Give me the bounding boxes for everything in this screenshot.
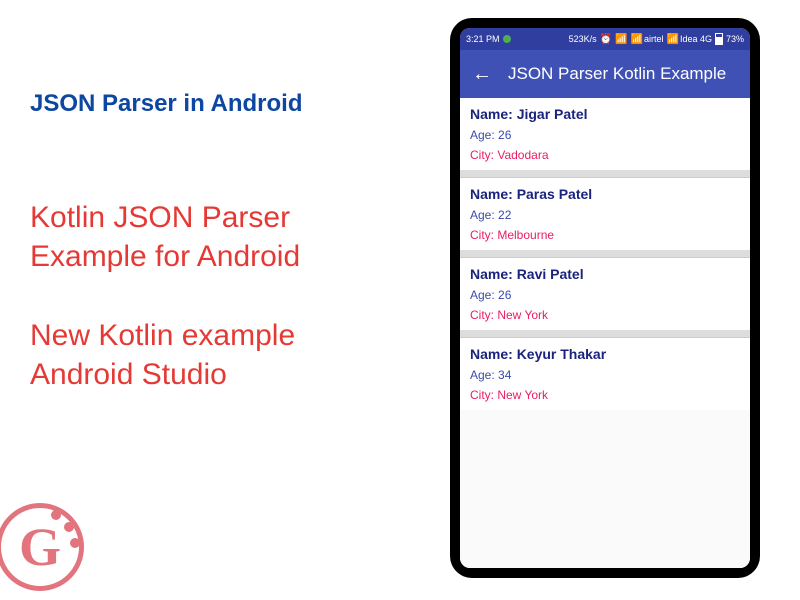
- whatsapp-icon: [503, 35, 511, 43]
- wifi-icon: 📶: [615, 34, 627, 45]
- status-time: 3:21 PM: [466, 34, 500, 44]
- item-city: City: New York: [470, 308, 740, 322]
- list-item[interactable]: Name: Paras Patel Age: 22 City: Melbourn…: [460, 177, 750, 250]
- brand-logo: G: [0, 503, 91, 598]
- alarm-icon: ⏰: [600, 34, 612, 45]
- carrier-1: 📶airtel: [631, 34, 664, 45]
- item-age: Age: 26: [470, 128, 740, 142]
- list-container[interactable]: Name: Jigar Patel Age: 26 City: Vadodara…: [460, 98, 750, 568]
- item-age: Age: 22: [470, 208, 740, 222]
- status-speed: 523K/s: [569, 34, 597, 44]
- battery-icon: [715, 33, 723, 45]
- item-name: Name: Jigar Patel: [470, 106, 740, 122]
- logo-dot: [70, 538, 80, 548]
- item-name: Name: Ravi Patel: [470, 266, 740, 282]
- item-age: Age: 26: [470, 288, 740, 302]
- item-city: City: Melbourne: [470, 228, 740, 242]
- app-bar-title: JSON Parser Kotlin Example: [508, 64, 726, 84]
- back-icon[interactable]: ←: [472, 63, 492, 86]
- heading-red-1: Kotlin JSON Parser Example for Android: [30, 198, 430, 276]
- app-bar: ← JSON Parser Kotlin Example: [460, 50, 750, 98]
- battery-percent: 73%: [726, 34, 744, 44]
- carrier-2: 📶Idea 4G: [667, 34, 712, 45]
- logo-dot: [64, 522, 74, 532]
- logo-letter: G: [19, 516, 61, 578]
- phone-device-frame: 3:21 PM 523K/s ⏰ 📶 📶airtel 📶Idea 4G 73% …: [450, 18, 760, 578]
- heading-blue: JSON Parser in Android: [30, 90, 430, 118]
- heading-red-2: New Kotlin example Android Studio: [30, 316, 430, 394]
- item-name: Name: Paras Patel: [470, 186, 740, 202]
- status-bar: 3:21 PM 523K/s ⏰ 📶 📶airtel 📶Idea 4G 73%: [460, 28, 750, 50]
- divider: [460, 250, 750, 257]
- divider: [460, 330, 750, 337]
- item-city: City: Vadodara: [470, 148, 740, 162]
- item-age: Age: 34: [470, 368, 740, 382]
- item-name: Name: Keyur Thakar: [470, 346, 740, 362]
- logo-dot: [51, 510, 61, 520]
- list-item[interactable]: Name: Keyur Thakar Age: 34 City: New Yor…: [460, 337, 750, 410]
- list-item[interactable]: Name: Jigar Patel Age: 26 City: Vadodara: [460, 98, 750, 170]
- item-city: City: New York: [470, 388, 740, 402]
- list-item[interactable]: Name: Ravi Patel Age: 26 City: New York: [460, 257, 750, 330]
- divider: [460, 170, 750, 177]
